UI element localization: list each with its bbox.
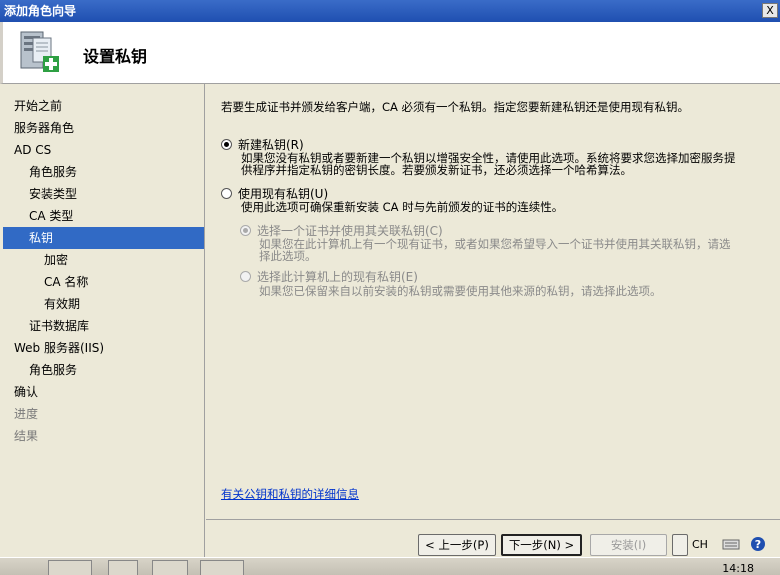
select-cert-desc-line1: 如果您在此计算机上有一个现有证书，或者如果您希望导入一个证书并使用其关联私钥，请…	[259, 237, 731, 251]
window-titlebar: 添加角色向导 X	[0, 0, 780, 22]
taskbar-explorer[interactable]	[152, 560, 188, 575]
radio-existing-key-label: 使用现有私钥(U)	[238, 187, 329, 201]
sidebar-item[interactable]: CA 类型	[0, 205, 204, 227]
keyboard-icon[interactable]	[722, 536, 740, 552]
sidebar-item[interactable]: 私钥	[3, 227, 204, 249]
radio-select-cert-button[interactable]	[240, 225, 251, 236]
select-cert-desc-line2: 择此选项。	[259, 249, 317, 263]
close-button[interactable]: X	[762, 3, 778, 18]
sidebar-item[interactable]: Web 服务器(IIS)	[0, 337, 204, 359]
help-link[interactable]: 有关公钥和私钥的详细信息	[221, 486, 359, 502]
svg-text:?: ?	[755, 538, 761, 551]
sidebar-item[interactable]: AD CS	[0, 139, 204, 161]
main-panel: 若要生成证书并颁发给客户端，CA 必须有一个私钥。指定您要新建私钥还是使用现有私…	[206, 84, 780, 519]
sidebar-item[interactable]: 结果	[0, 425, 204, 447]
select-cert-description: 如果您在此计算机上有一个现有证书，或者如果您希望导入一个证书并使用其关联私钥，请…	[259, 238, 774, 262]
sidebar-item[interactable]: 开始之前	[0, 95, 204, 117]
clock: 14:18	[722, 562, 754, 575]
new-key-desc-line2: 供程序并指定私钥的密钥长度。若要颁发新证书，还必须选择一个哈希算法。	[241, 163, 632, 177]
next-button[interactable]: 下一步(N) >	[501, 534, 582, 556]
install-button[interactable]: 安装(I)	[590, 534, 667, 556]
radio-select-cert-label: 选择一个证书并使用其关联私钥(C)	[257, 224, 443, 238]
new-key-description: 如果您没有私钥或者要新建一个私钥以增强安全性，请使用此选项。系统将要求您选择加密…	[241, 152, 776, 176]
page-title: 设置私钥	[83, 47, 148, 66]
back-button[interactable]: < 上一步(P)	[418, 534, 496, 556]
intro-text: 若要生成证书并颁发给客户端，CA 必须有一个私钥。指定您要新建私钥还是使用现有私…	[221, 100, 690, 114]
sidebar-item[interactable]: 服务器角色	[0, 117, 204, 139]
sidebar-item[interactable]: 角色服务	[0, 161, 204, 183]
taskbar-wizard[interactable]	[200, 560, 244, 575]
radio-new-key-button[interactable]	[221, 139, 232, 150]
existing-key-description: 使用此选项可确保重新安装 CA 时与先前颁发的证书的连续性。	[241, 200, 564, 214]
radio-select-key[interactable]: 选择此计算机上的现有私钥(E)	[240, 268, 418, 285]
sidebar-item[interactable]: 有效期	[0, 293, 204, 315]
select-key-description: 如果您已保留来自以前安装的私钥或需要使用其他来源的私钥，请选择此选项。	[259, 284, 662, 298]
wizard-steps-nav: 开始之前 服务器角色 AD CS 角色服务 安装类型 CA 类型 私钥 加密 CA 名称 有效期证…	[0, 84, 205, 557]
cancel-button[interactable]	[672, 534, 688, 556]
sidebar-item[interactable]: 角色服务	[0, 359, 204, 381]
radio-select-key-label: 选择此计算机上的现有私钥(E)	[257, 270, 418, 284]
sidebar-item[interactable]: 确认	[0, 381, 204, 403]
sidebar-item[interactable]: 进度	[0, 403, 204, 425]
taskbar: 14:18	[0, 557, 780, 575]
taskbar-server-manager[interactable]	[48, 560, 92, 575]
language-indicator[interactable]: CH	[692, 538, 708, 551]
wizard-banner: 设置私钥	[0, 22, 780, 84]
sidebar-item[interactable]: 安装类型	[0, 183, 204, 205]
taskbar-powershell[interactable]	[108, 560, 138, 575]
sidebar-item[interactable]: 证书数据库	[0, 315, 204, 337]
sidebar-item[interactable]: 加密	[0, 249, 204, 271]
footer-divider	[206, 519, 780, 520]
sidebar-item[interactable]: CA 名称	[0, 271, 204, 293]
radio-select-key-button[interactable]	[240, 271, 251, 282]
server-add-icon	[20, 31, 59, 72]
radio-new-key-label: 新建私钥(R)	[238, 138, 304, 152]
radio-existing-key-button[interactable]	[221, 188, 232, 199]
help-icon[interactable]: ?	[749, 536, 767, 552]
window-title: 添加角色向导	[4, 4, 77, 18]
